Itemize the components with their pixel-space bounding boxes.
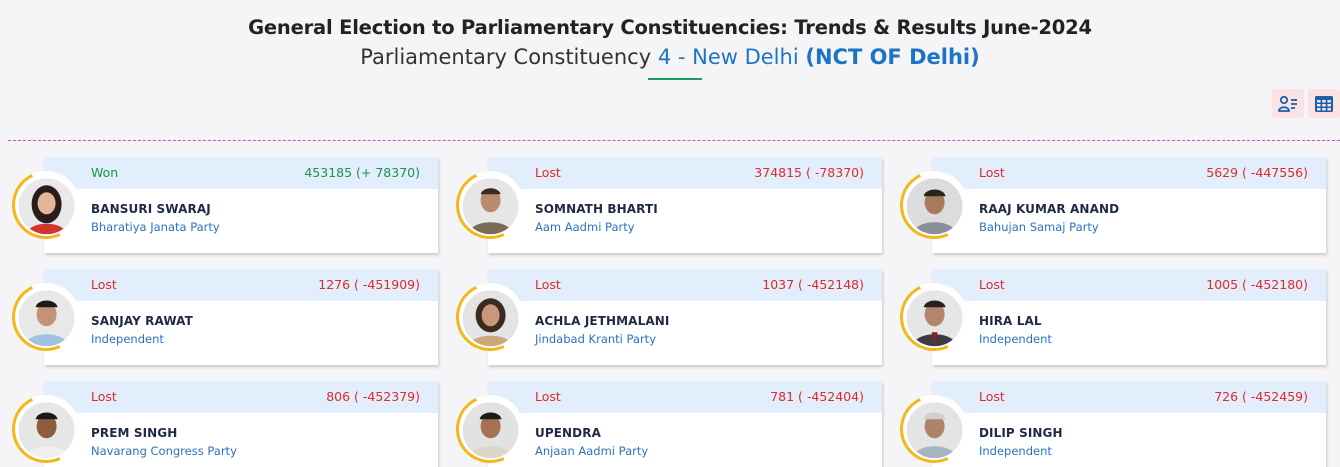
result-status: Lost [979,277,1005,292]
vote-count: 5629 ( -447556) [1206,165,1308,180]
party-name: Bahujan Samaj Party [979,220,1099,234]
candidate-photo [906,178,963,235]
candidate-name: HIRA LAL [979,314,1042,328]
party-name: Independent [91,332,164,346]
candidate-card[interactable]: Lost 1005 ( -452180) HIRA LAL Independen… [932,269,1326,365]
result-status: Lost [91,277,117,292]
candidate-photo [18,178,75,235]
candidate-name: DILIP SINGH [979,426,1063,440]
candidate-list-icon [1278,95,1297,112]
constituency-heading: Parliamentary Constituency 4 - New Delhi… [0,45,1340,69]
party-name: Jindabad Kranti Party [535,332,656,346]
candidate-card[interactable]: Lost 1037 ( -452148) ACHLA JETHMALANI Ji… [488,269,882,365]
constituency-label: Parliamentary Constituency [360,45,652,69]
party-name: Independent [979,444,1052,458]
result-status: Lost [979,389,1005,404]
state-name: (NCT OF Delhi) [805,45,980,69]
vote-count: 1276 ( -451909) [318,277,420,292]
party-name: Bharatiya Janata Party [91,220,220,234]
candidate-name: SANJAY RAWAT [91,314,193,328]
title-underline [648,78,702,80]
vote-count: 1037 ( -452148) [762,277,864,292]
constituency-name: 4 - New Delhi [657,45,799,69]
vote-count: 374815 ( -78370) [754,165,864,180]
candidate-card[interactable]: Lost 5629 ( -447556) RAAJ KUMAR ANAND Ba… [932,157,1326,253]
section-divider [8,140,1340,141]
results-page: General Election to Parliamentary Consti… [0,0,1340,467]
result-status: Won [91,165,119,180]
table-grid-icon [1315,95,1333,112]
party-name: Anjaan Aadmi Party [535,444,649,458]
candidate-name: PREM SINGH [91,426,178,440]
vote-count: 726 ( -452459) [1214,389,1308,404]
candidate-card[interactable]: Lost 806 ( -452379) PREM SINGH Navarang … [44,381,438,467]
candidate-card[interactable]: Lost 726 ( -452459) DILIP SINGH Independ… [932,381,1326,467]
candidate-name: SOMNATH BHARTI [535,202,658,216]
candidate-photo [462,402,519,459]
candidate-name: ACHLA JETHMALANI [535,314,670,328]
candidate-photo [18,290,75,347]
party-name: Navarang Congress Party [91,444,237,458]
candidate-name: BANSURI SWARAJ [91,202,211,216]
candidate-name: UPENDRA [535,426,601,440]
candidate-photo [462,290,519,347]
candidate-photo [906,290,963,347]
candidate-list-button[interactable] [1272,89,1304,118]
result-status: Lost [535,277,561,292]
candidate-card[interactable]: Lost 374815 ( -78370) SOMNATH BHARTI Aam… [488,157,882,253]
candidate-photo [18,402,75,459]
candidate-card[interactable]: Lost 1276 ( -451909) SANJAY RAWAT Indepe… [44,269,438,365]
page-title: General Election to Parliamentary Consti… [248,16,1092,39]
result-status: Lost [979,165,1005,180]
table-view-button[interactable] [1308,89,1340,118]
result-status: Lost [535,165,561,180]
result-status: Lost [535,389,561,404]
vote-count: 806 ( -452379) [326,389,420,404]
vote-count: 453185 (+ 78370) [304,165,420,180]
candidate-photo [906,402,963,459]
party-name: Independent [979,332,1052,346]
candidate-card[interactable]: Lost 781 ( -452404) UPENDRA Anjaan Aadmi… [488,381,882,467]
candidate-card[interactable]: Won 453185 (+ 78370) BANSURI SWARAJ Bhar… [44,157,438,253]
candidate-photo [462,178,519,235]
vote-count: 781 ( -452404) [770,389,864,404]
candidate-name: RAAJ KUMAR ANAND [979,202,1120,216]
result-status: Lost [91,389,117,404]
party-name: Aam Aadmi Party [535,220,635,234]
vote-count: 1005 ( -452180) [1206,277,1308,292]
